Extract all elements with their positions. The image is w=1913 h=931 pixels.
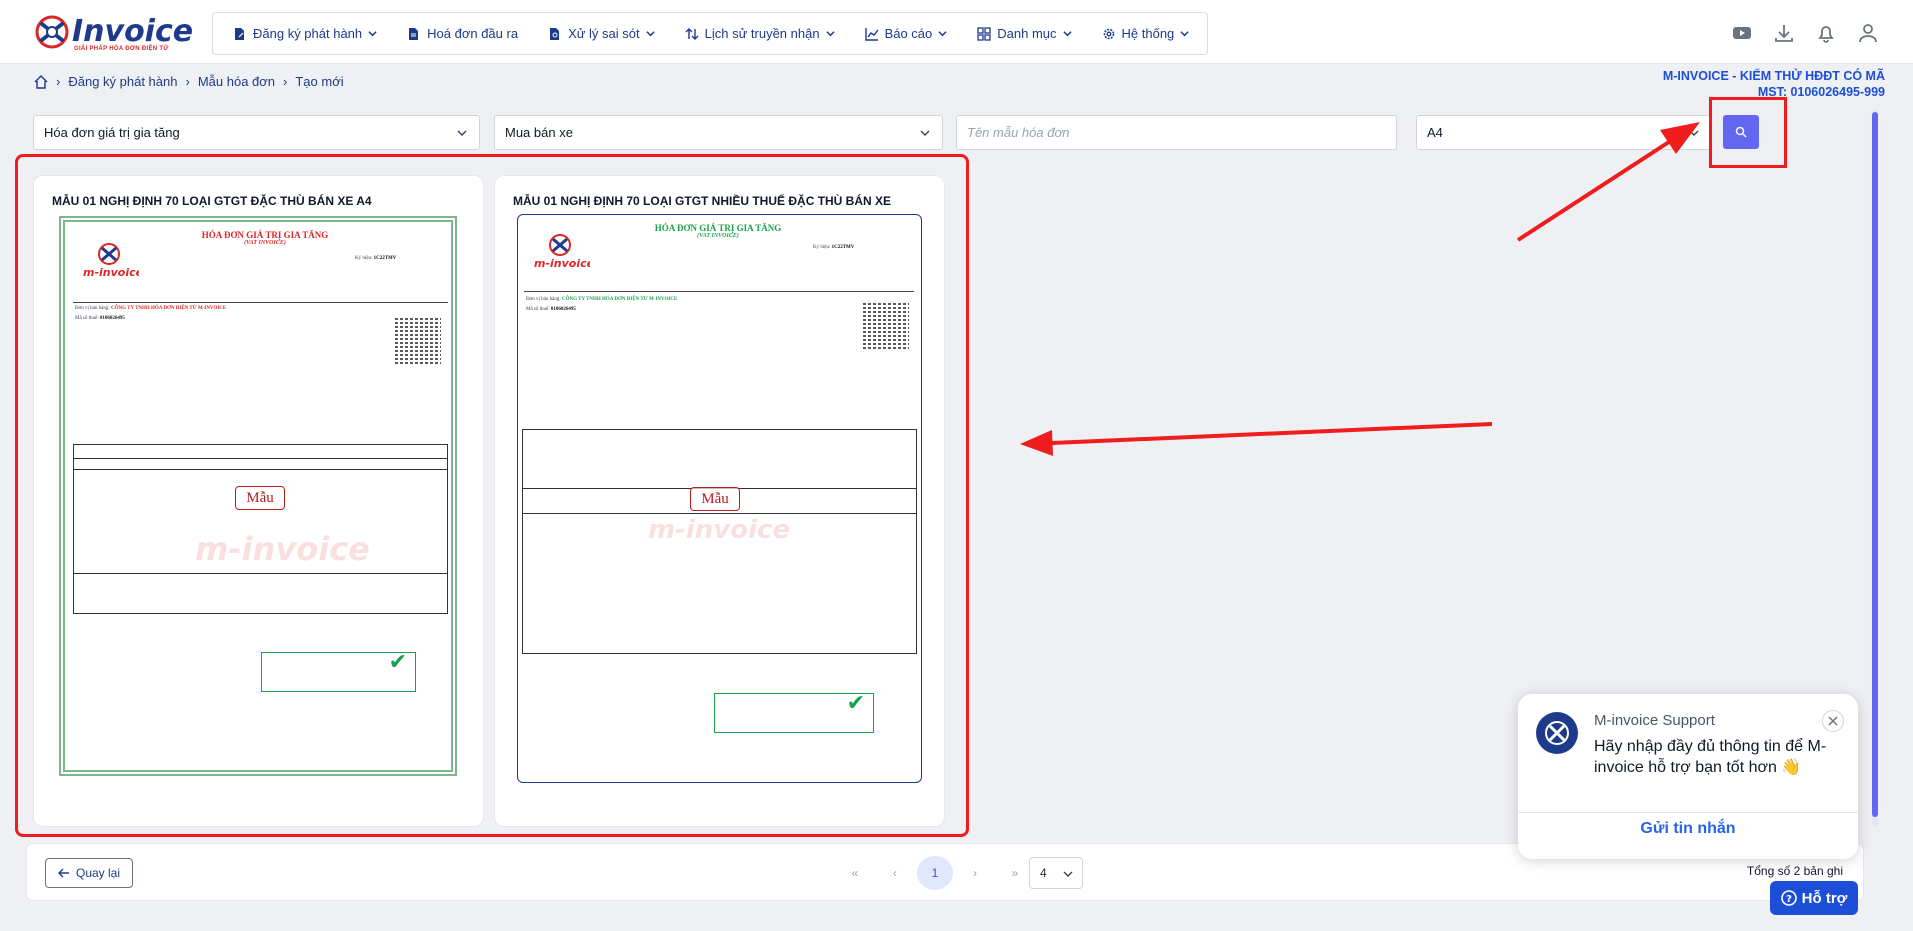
page-size-select[interactable]: 4 — [1029, 857, 1083, 889]
nav-label: Hệ thống — [1121, 26, 1175, 41]
templates-highlight-box — [15, 154, 969, 837]
home-icon[interactable] — [34, 74, 48, 89]
top-header: Invoice GIẢI PHÁP HÓA ĐƠN ĐIỆN TỬ Đăng k… — [0, 0, 1913, 64]
chevron-down-icon — [1180, 31, 1189, 37]
help-button-label: Hỗ trợ — [1801, 889, 1848, 907]
total-records: Tổng số 2 bản ghi — [1746, 864, 1843, 878]
nav-label: Xử lý sai sót — [568, 26, 640, 41]
support-message: Hãy nhập đầy đủ thông tin để M-invoice h… — [1594, 738, 1827, 776]
logo-tagline: GIẢI PHÁP HÓA ĐƠN ĐIỆN TỬ — [74, 46, 169, 52]
first-page-button[interactable]: « — [837, 856, 873, 890]
breadcrumb-separator: › — [185, 74, 190, 89]
sort-arrows-icon — [685, 27, 699, 40]
chevron-down-icon — [646, 31, 655, 37]
user-icon[interactable] — [1857, 22, 1879, 44]
breadcrumb-item-dang-ky-phat-hanh[interactable]: Đăng ký phát hành — [68, 74, 177, 89]
bell-icon[interactable] — [1815, 22, 1837, 44]
page-size-value: 4 — [1040, 866, 1047, 880]
invoice-type-value: Hóa đơn giá trị gia tăng — [44, 125, 180, 140]
paper-size-value: A4 — [1427, 125, 1443, 140]
nav-label: Danh mục — [997, 26, 1057, 41]
prev-page-button[interactable]: ‹ — [877, 856, 913, 890]
help-circle-icon: ? — [1780, 890, 1797, 906]
arrow-left-icon — [58, 868, 69, 878]
category-value: Mua bán xe — [505, 125, 573, 140]
nav-item-xu-ly-sai-sot[interactable]: Xử lý sai sót — [548, 26, 655, 41]
youtube-icon[interactable] — [1731, 22, 1753, 44]
breadcrumb-separator: › — [56, 74, 61, 89]
breadcrumb-separator: › — [283, 74, 288, 89]
close-icon — [1828, 716, 1838, 726]
category-select[interactable]: Mua bán xe — [494, 115, 943, 150]
chart-line-icon — [864, 27, 879, 41]
page-button-current[interactable]: 1 — [917, 856, 953, 890]
nav-label: Hoá đơn đầu ra — [427, 26, 519, 41]
top-right-icons — [1731, 22, 1879, 44]
next-page-button[interactable]: › — [957, 856, 993, 890]
nav-item-hoa-don-dau-ra[interactable]: Hoá đơn đầu ra — [407, 26, 518, 41]
last-page-button[interactable]: » — [997, 856, 1033, 890]
paper-size-select[interactable]: A4 — [1416, 115, 1712, 150]
nav-label: Báo cáo — [884, 26, 933, 41]
chevron-down-icon — [920, 130, 930, 136]
chevron-down-icon — [1062, 31, 1072, 37]
support-avatar — [1536, 712, 1578, 754]
main-nav: Đăng ký phát hành Hoá đơn đầu ra Xử lý s… — [212, 12, 1208, 55]
divider — [1518, 812, 1858, 813]
grid-icon — [977, 26, 991, 41]
nav-item-danh-muc[interactable]: Danh mục — [977, 26, 1072, 41]
app-logo[interactable]: Invoice GIẢI PHÁP HÓA ĐƠN ĐIỆN TỬ — [34, 14, 194, 52]
nav-item-lich-su-truyen-nhan[interactable]: Lịch sử truyền nhận — [685, 26, 835, 41]
send-message-button[interactable]: Gửi tin nhắn — [1518, 820, 1858, 838]
file-edit-icon — [235, 27, 244, 40]
download-icon[interactable] — [1773, 22, 1795, 44]
chevron-down-icon — [1063, 871, 1073, 877]
help-button[interactable]: ? Hỗ trợ — [1770, 881, 1858, 915]
chevron-down-icon — [457, 130, 467, 136]
company-name: M-INVOICE - KIỂM THỬ HĐĐT CÓ MÃ — [1662, 69, 1885, 83]
gear-icon — [1103, 28, 1114, 39]
back-button-label: Quay lại — [76, 866, 121, 880]
pager: « ‹ 1 › » — [837, 856, 1033, 890]
chevron-down-icon — [825, 31, 835, 37]
logo-text: Invoice — [72, 14, 194, 49]
close-support-button[interactable] — [1822, 710, 1844, 732]
svg-text:?: ? — [1786, 894, 1792, 905]
chevron-down-icon — [1689, 130, 1699, 136]
logo-mark-icon — [34, 14, 70, 50]
nav-item-he-thong[interactable]: Hệ thống — [1102, 26, 1190, 41]
scrollbar-thumb[interactable] — [1872, 112, 1878, 817]
chevron-down-icon — [368, 31, 377, 37]
breadcrumb-item-mau-hoa-don[interactable]: Mẫu hóa đơn — [198, 74, 275, 89]
nav-item-dang-ky-phat-hanh[interactable]: Đăng ký phát hành — [233, 26, 377, 41]
nav-label: Đăng ký phát hành — [253, 26, 363, 41]
back-button[interactable]: Quay lại — [45, 858, 134, 888]
nav-item-bao-cao[interactable]: Báo cáo — [864, 26, 948, 41]
search-highlight-box — [1709, 97, 1787, 168]
template-name-input[interactable]: Tên mẫu hóa đơn — [956, 115, 1397, 150]
support-name: M-invoice Support — [1594, 712, 1715, 729]
template-name-placeholder: Tên mẫu hóa đơn — [967, 125, 1070, 140]
breadcrumb: › Đăng ký phát hành › Mẫu hóa đơn › Tạo … — [34, 74, 344, 89]
support-popup: M-invoice Support Hãy nhập đầy đủ thông … — [1518, 694, 1858, 859]
file-text-icon — [409, 27, 419, 40]
nav-label: Lịch sử truyền nhận — [704, 26, 820, 41]
invoice-type-select[interactable]: Hóa đơn giá trị gia tăng — [33, 115, 480, 150]
chevron-down-icon — [938, 31, 947, 37]
m-invoice-logo-icon — [1545, 721, 1569, 745]
company-info: M-INVOICE - KIỂM THỬ HĐĐT CÓ MÃ MST: 010… — [1663, 68, 1885, 100]
file-search-icon — [550, 27, 560, 40]
breadcrumb-item-tao-moi: Tạo mới — [295, 74, 344, 89]
